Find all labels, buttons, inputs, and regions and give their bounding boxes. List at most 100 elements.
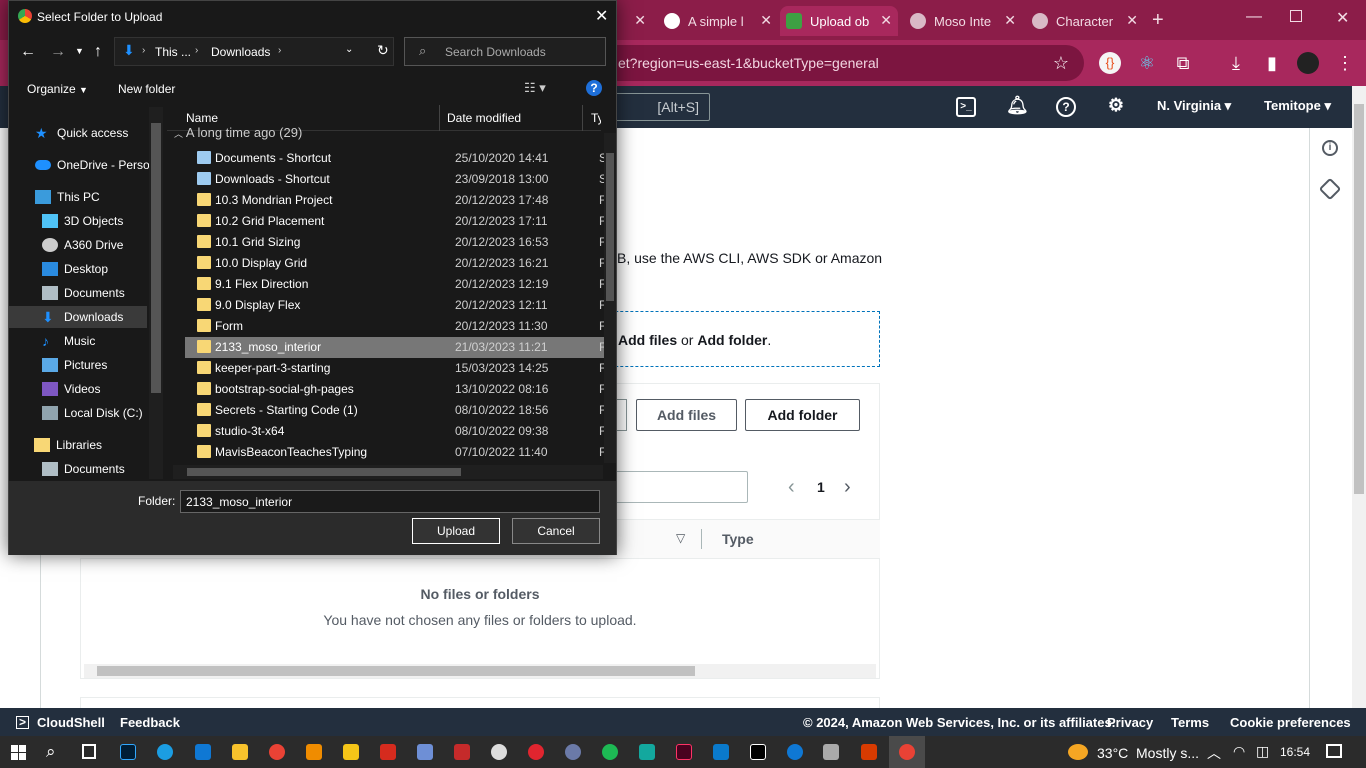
studio3t-icon[interactable] [639,744,655,760]
privacy-link[interactable]: Privacy [1107,715,1153,730]
file-row[interactable]: Secrets - Starting Code (1) 08/10/2022 18… [185,400,609,421]
close-tab-icon[interactable]: ✕ [880,12,892,29]
feedback-hex-icon[interactable] [1318,177,1342,201]
tab-partial[interactable]: ✕ [620,6,654,36]
weather-temp[interactable]: 33°C [1097,745,1128,761]
close-window-icon[interactable]: ✕ [1336,8,1349,28]
address-breadcrumb[interactable]: ⬇ › This ... › Downloads › ⌄ ↻ [114,37,394,66]
file-row[interactable]: 10.3 Mondrian Project20/12/2023 17:48Fi [185,190,609,211]
find-by-name-input[interactable] [610,471,748,503]
page-scrollbar[interactable] [1352,86,1366,708]
settings-gear-icon[interactable]: ⚙ [1106,96,1126,117]
tab-upload-objects[interactable]: Upload ob ✕ [780,6,898,36]
cookie-preferences-link[interactable]: Cookie preferences [1230,715,1351,730]
cancel-button[interactable]: Cancel [512,518,600,544]
group-header[interactable]: ︿ A long time ago (29) [174,125,302,140]
photoshop-icon[interactable] [120,744,136,760]
app-red-icon[interactable] [454,744,470,760]
back-arrow-icon[interactable]: ← [20,43,36,61]
file-row[interactable]: 10.1 Grid Sizing20/12/2023 16:53Fi [185,232,609,253]
react-devtools-icon[interactable]: ⚛ [1136,52,1158,74]
search-downloads-input[interactable]: ⌕ Search Downloads [404,37,606,66]
store-icon[interactable] [343,744,359,760]
file-row[interactable]: Documents - Shortcut25/10/2020 14:41Sh [185,148,609,169]
view-options-icon[interactable]: ☷ ▾ [524,80,546,96]
tree-lib-documents[interactable]: Documents [42,458,125,479]
obs-icon[interactable] [565,744,581,760]
address-bar[interactable]: et?region=us-east-1&bucketType=general [600,45,1084,81]
file-row[interactable]: 2133_moso_interior21/03/2023 11:21Fi [185,337,609,358]
media-player-icon[interactable] [491,744,507,760]
notification-center-icon[interactable] [1326,744,1342,758]
region-selector[interactable]: N. Virginia ▾ [1157,98,1231,114]
column-type-header[interactable]: Ty [591,111,601,125]
chevron-down-icon[interactable]: ⌄ [345,44,353,55]
file-explorer-icon[interactable] [232,744,248,760]
wps-icon[interactable] [861,744,877,760]
forward-arrow-icon[interactable]: → [50,43,66,61]
tree-quick-access[interactable]: ★ Quick access [35,122,128,144]
tab-character[interactable]: Character ✕ [1026,6,1144,36]
cloudshell-icon[interactable]: >_ [956,97,976,117]
prev-page-icon[interactable]: ‹ [788,476,795,499]
extensions-puzzle-icon[interactable]: ⧉ [1172,52,1194,74]
file-row[interactable]: Form20/12/2023 11:30Fi [185,316,609,337]
page-number[interactable]: 1 [817,479,825,495]
search-icon[interactable]: ⌕ [46,742,56,762]
wifi-icon[interactable]: ◠ [1233,743,1245,760]
folder-name-input[interactable]: 2133_moso_interior [180,490,600,513]
file-row[interactable]: keeper-part-3-starting15/03/2023 14:25Fi [185,358,609,379]
close-tab-icon[interactable]: ✕ [1126,12,1138,29]
restore-icon[interactable] [1290,10,1302,22]
vscroll-thumb[interactable] [606,153,614,301]
file-row[interactable]: MavisBeaconTeachesTyping 07/10/2022 11:40… [185,442,609,463]
tree-desktop[interactable]: Desktop [42,258,108,280]
file-list-vscrollbar[interactable] [604,133,616,463]
new-tab-icon[interactable]: + [1152,9,1164,32]
hscroll-thumb[interactable] [187,468,461,476]
tab-moso[interactable]: Moso Inte ✕ [904,6,1022,36]
edge-icon[interactable] [157,744,173,760]
file-row[interactable]: studio-3t-x6408/10/2022 09:38Fi [185,421,609,442]
bookmark-star-icon[interactable]: ☆ [1050,52,1072,74]
tree-this-pc[interactable]: This PC [35,186,100,208]
close-tab-icon[interactable]: ✕ [1004,12,1016,29]
column-date-header[interactable]: Date modified [447,111,521,125]
file-row[interactable]: 10.0 Display Grid20/12/2023 16:21Fi [185,253,609,274]
indesign-icon[interactable] [676,744,692,760]
chevron-up-icon[interactable]: ︿ [1207,743,1221,763]
account-menu[interactable]: Temitope ▾ [1264,98,1331,114]
windows-start-icon[interactable] [11,745,26,760]
close-tab-icon[interactable]: ✕ [634,12,646,29]
notifications-bell-icon[interactable]: 🔔︎ [1006,96,1029,117]
scrollbar-thumb[interactable] [97,666,695,676]
vlc-icon[interactable] [306,744,322,760]
file-row[interactable]: Downloads - Shortcut23/09/2018 13:00Sh [185,169,609,190]
page-scrollbar-thumb[interactable] [1354,104,1364,494]
terms-link[interactable]: Terms [1171,715,1209,730]
browser-menu-icon[interactable]: ⋮ [1334,52,1356,74]
tree-pictures[interactable]: Pictures [42,354,107,376]
sort-caret-icon[interactable]: ▽ [676,531,685,545]
file-row[interactable]: bootstrap-social-gh-pages 13/10/2022 08:1… [185,379,609,400]
tree-music[interactable]: ♪ Music [42,330,95,352]
recent-dropdown-icon[interactable]: ▼ [75,46,84,56]
minimize-icon[interactable]: — [1246,8,1262,26]
up-arrow-icon[interactable]: ↑ [94,43,102,61]
file-row[interactable]: 10.2 Grid Placement20/12/2023 17:11Fi [185,211,609,232]
tree-documents[interactable]: Documents [42,282,125,304]
weather-icon[interactable] [1068,744,1088,760]
extension-json-icon[interactable]: {} [1099,52,1121,74]
r-icon[interactable] [417,744,433,760]
vscode-icon[interactable] [713,744,729,760]
aws-search-box[interactable]: [Alt+S] [610,93,710,121]
cloudshell-link[interactable]: CloudShell [37,715,105,730]
mail-icon[interactable] [195,744,211,760]
horizontal-scrollbar[interactable] [84,664,876,678]
next-page-icon[interactable]: › [844,476,851,499]
profile-avatar[interactable] [1297,52,1319,74]
spotify-icon[interactable] [602,744,618,760]
chrome-icon[interactable] [899,744,915,760]
acrobat-icon[interactable] [380,744,396,760]
upload-button[interactable]: Upload [412,518,500,544]
